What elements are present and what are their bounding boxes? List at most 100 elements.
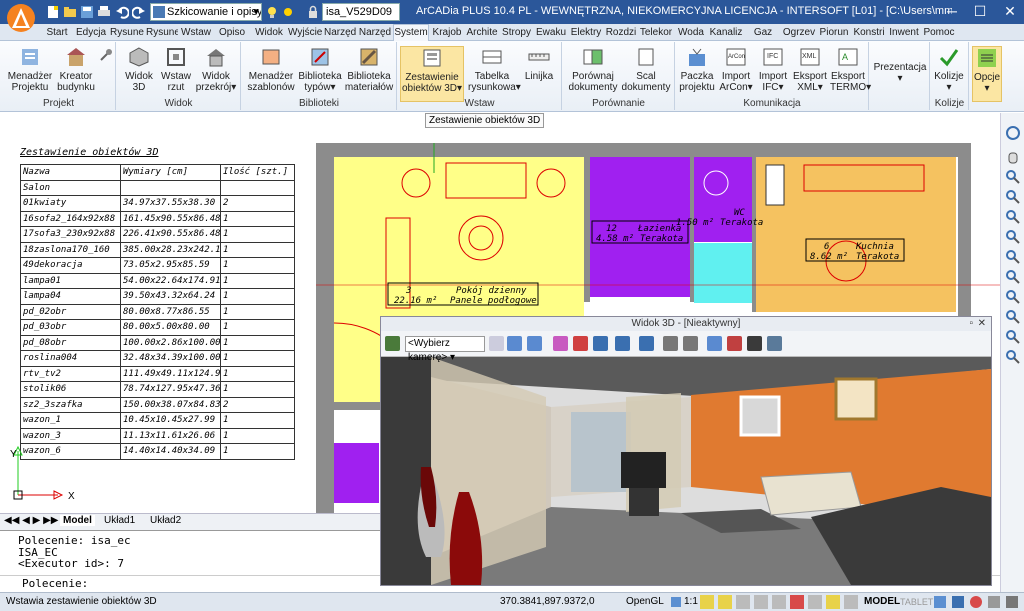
eksport-xml-button[interactable]: XML Eksport XML▾ (792, 46, 828, 102)
zoom-scale-icon[interactable] (1005, 349, 1021, 365)
zoom-center-icon[interactable] (1005, 269, 1021, 285)
widok-przekroj-button[interactable]: Widok przekrój▾ (195, 46, 237, 102)
render-scene[interactable] (381, 357, 991, 585)
ortho-icon[interactable] (736, 595, 750, 609)
opcje-button[interactable]: Opcje ▾ (972, 46, 1002, 102)
bulb-icon[interactable] (265, 5, 279, 19)
tab-ogrzewanie[interactable]: Ogrzev (782, 25, 816, 40)
tab-narzedzia-2[interactable]: Narzęd (358, 25, 392, 40)
menadzer-projektu-button[interactable]: Menadżer Projektu (6, 46, 54, 102)
prezentacja-button[interactable]: Prezentacja ▾ (872, 62, 928, 102)
widok-3d-button[interactable]: Widok 3D (121, 46, 157, 102)
tab-wyjscie[interactable]: Wyjście (288, 25, 322, 40)
dynamic-input-icon[interactable] (826, 595, 840, 609)
tabelka-rysunkowa-button[interactable]: Tabelka rysunkowa▾ (468, 46, 521, 102)
zoom-object-icon[interactable] (1005, 289, 1021, 305)
biblioteka-typow-button[interactable]: Biblioteka typów▾ (297, 46, 343, 102)
new-file-icon[interactable] (46, 5, 60, 19)
materials-icon[interactable] (707, 336, 722, 351)
tab-opisowe[interactable]: Opiso (214, 25, 250, 40)
porownaj-dokumenty-button[interactable]: Porównaj dokumenty (567, 46, 619, 102)
schedule-table[interactable]: Nazwa Wymiary [cm] Ilość [szt.] Salon 01k… (20, 164, 295, 460)
save-image-icon[interactable] (683, 336, 698, 351)
minimize-button[interactable]: ─ (938, 0, 966, 24)
eksport-termo-button[interactable]: A Eksport TERMO▾ (830, 46, 871, 102)
tab-start[interactable]: Start (42, 25, 72, 40)
sun-icon[interactable] (281, 5, 295, 19)
import-ifc-button[interactable]: IFC Import IFC▾ (756, 46, 790, 102)
zoom-out-icon[interactable] (1005, 329, 1021, 345)
kreator-budynku-button[interactable]: Kreator budynku (56, 46, 96, 102)
tab-wstaw[interactable]: Wstaw (180, 25, 212, 40)
tab-piorun[interactable]: Piorun (817, 25, 851, 40)
tab-kanalizacja[interactable]: Kanaliz (709, 25, 743, 40)
tab-rozdzielnice[interactable]: Rozdzi (604, 25, 638, 40)
view-3d-window[interactable]: Widok 3D - [Nieaktywny] ▫ ✕ <Wybierz kam… (380, 316, 992, 586)
tab-rysunek-2[interactable]: Rysune (146, 25, 178, 40)
walk-icon[interactable] (615, 336, 630, 351)
app-logo-icon[interactable] (6, 2, 36, 36)
camera-icon[interactable] (747, 336, 762, 351)
room-wc[interactable] (694, 157, 752, 242)
tab-widok[interactable]: Widok (252, 25, 286, 40)
scale-label[interactable]: 1:1 (684, 593, 698, 611)
scal-dokumenty-button[interactable]: Scal dokumenty (621, 46, 671, 102)
zoom-extents-icon[interactable] (1005, 209, 1021, 225)
menu-icon[interactable] (988, 596, 1000, 608)
tab-rysunek[interactable]: Rysune (110, 25, 144, 40)
camera-settings-icon[interactable] (385, 336, 400, 351)
tab-elektryka[interactable]: Elektry (569, 25, 603, 40)
view-box-icon[interactable] (527, 336, 542, 351)
tab-uklad2[interactable]: Układ2 (150, 515, 181, 526)
tab-woda[interactable]: Woda (675, 25, 707, 40)
zoom-realtime-icon[interactable] (1005, 169, 1021, 185)
wstaw-rzut-button[interactable]: Wstaw rzut (159, 46, 193, 102)
tab-telekom[interactable]: Telekor (639, 25, 673, 40)
zestawienie-obiektow-3d-button[interactable]: Zestawienie obiektów 3D▾ (400, 46, 464, 102)
biblioteka-materialow-button[interactable]: Biblioteka materiałów (344, 46, 394, 102)
settings-gear-icon[interactable] (952, 596, 964, 608)
import-arcon-button[interactable]: ArCon Import ArCon▾ (718, 46, 754, 102)
zoom-window-icon[interactable] (1005, 189, 1021, 205)
tab-krajobraz[interactable]: Krajob (430, 25, 464, 40)
tab-pomoc[interactable]: Pomoc (922, 25, 956, 40)
otrack-icon[interactable] (790, 595, 804, 609)
selection-cycle-icon[interactable] (844, 595, 858, 609)
tab-system[interactable]: System (393, 24, 429, 41)
redo-icon[interactable] (132, 5, 146, 19)
tab-inwentaryzacja[interactable]: Inwent (887, 25, 921, 40)
undo-icon[interactable] (115, 5, 129, 19)
paczka-projektu-button[interactable]: Paczka projektu (678, 46, 716, 102)
pan-hand-icon[interactable] (1005, 149, 1021, 165)
kolizje-button[interactable]: Kolizje ▾ (931, 46, 967, 102)
workspace-select[interactable]: Szkicowanie i opisy ▾ (150, 3, 262, 21)
print-icon[interactable] (97, 5, 111, 19)
wrench-icon[interactable] (99, 48, 113, 62)
tablet-label[interactable]: TABLET (900, 593, 933, 611)
tab-architektura[interactable]: Archite (465, 25, 499, 40)
tab-uklad1[interactable]: Układ1 (104, 515, 135, 526)
snap-icon[interactable] (700, 595, 714, 609)
view-3d-titlebar[interactable]: Widok 3D - [Nieaktywny] ▫ ✕ (381, 317, 991, 331)
maximize-button[interactable]: ☐ (966, 0, 994, 24)
zoom-in-icon[interactable] (1005, 309, 1021, 325)
restore-icon[interactable]: ▫ (969, 317, 973, 331)
wall-icon[interactable] (573, 336, 588, 351)
view-cube-icon[interactable] (507, 336, 522, 351)
textures-icon[interactable] (727, 336, 742, 351)
model-space-label[interactable]: MODEL (864, 593, 900, 611)
tab-model[interactable]: Model (60, 515, 95, 526)
close-icon[interactable]: ✕ (978, 317, 986, 331)
linijka-button[interactable]: Linijka (520, 46, 558, 102)
zoom-previous-icon[interactable] (1005, 229, 1021, 245)
help-icon[interactable] (970, 596, 982, 608)
tab-nav-arrows[interactable]: ◀◀ ◀ ▶ ▶▶ (4, 515, 58, 526)
open-folder-icon[interactable] (63, 5, 77, 19)
polar-icon[interactable] (754, 595, 768, 609)
camera-select[interactable]: <Wybierz kamerę> ▾ (405, 336, 485, 363)
zoom-all-icon[interactable] (1005, 249, 1021, 265)
osnap-icon[interactable] (772, 595, 786, 609)
grid-icon[interactable] (718, 595, 732, 609)
print-icon[interactable] (663, 336, 678, 351)
3d-mode-icon[interactable] (767, 336, 782, 351)
